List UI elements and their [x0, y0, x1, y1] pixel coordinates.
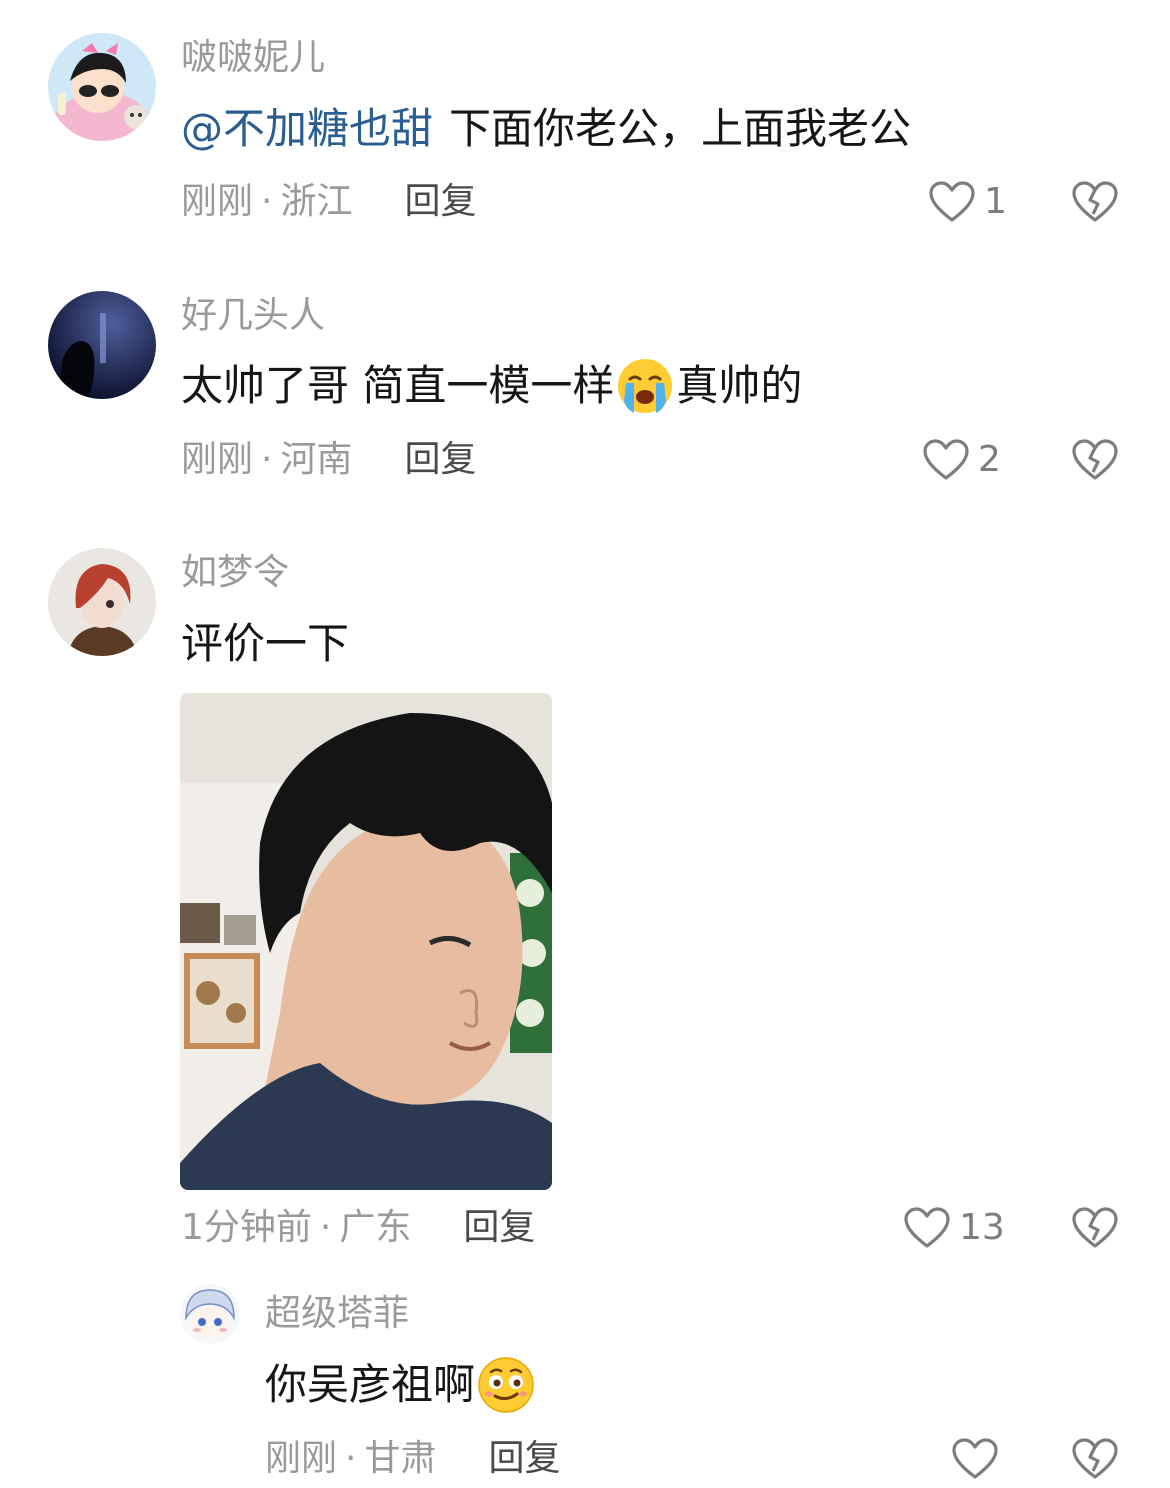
- heart-icon: [928, 180, 976, 224]
- reply-body: 你吴彦祖啊: [265, 1360, 476, 1409]
- location: 河南: [280, 439, 353, 480]
- like-count: 13: [959, 1207, 1005, 1248]
- comment-body: 评价一下: [181, 619, 350, 668]
- meta-separator: ·: [261, 439, 273, 480]
- comment-body: 太帅了哥 简直一模一样: [181, 361, 615, 410]
- reply-text: 你吴彦祖啊: [265, 1356, 537, 1414]
- dislike-button[interactable]: [1071, 180, 1119, 224]
- broken-heart-icon: [1071, 1437, 1119, 1481]
- meta-separator: ·: [261, 181, 273, 222]
- broken-heart-icon: [1071, 180, 1119, 224]
- selfie-photo[interactable]: [180, 693, 552, 1190]
- like-button[interactable]: [951, 1437, 999, 1481]
- comment-body: 下面你老公，上面我老公: [449, 104, 912, 153]
- avatar[interactable]: [48, 291, 156, 399]
- heart-icon: [903, 1206, 951, 1250]
- avatar[interactable]: [180, 1284, 240, 1344]
- username[interactable]: 好几头人: [181, 294, 325, 338]
- timestamp: 1分钟前: [181, 1207, 312, 1248]
- like-button[interactable]: 13: [903, 1206, 1005, 1250]
- comment-text: 评价一下: [181, 616, 349, 672]
- timestamp: 刚刚: [181, 181, 254, 222]
- avatar[interactable]: [48, 33, 156, 141]
- reply-button[interactable]: 回复: [404, 180, 476, 224]
- smirk-face-icon: [477, 1356, 535, 1414]
- meta-separator: ·: [319, 1207, 332, 1248]
- heart-icon: [922, 438, 970, 482]
- avatar[interactable]: [48, 548, 156, 656]
- loudly-crying-face-icon: [616, 357, 674, 415]
- like-button[interactable]: 2: [922, 438, 1001, 482]
- timestamp: 刚刚: [265, 1438, 338, 1479]
- dislike-button[interactable]: [1071, 438, 1119, 482]
- dislike-button[interactable]: [1071, 1437, 1119, 1481]
- comment-thread: 啵啵妮儿 @不加糖也甜 下面你老公，上面我老公 刚刚 · 浙江 回复 1 好几头…: [0, 0, 1170, 1488]
- timestamp: 刚刚: [181, 439, 254, 480]
- comment-text: @不加糖也甜 下面你老公，上面我老公: [181, 101, 911, 157]
- username[interactable]: 如梦令: [181, 551, 289, 595]
- username[interactable]: 啵啵妮儿: [181, 36, 325, 80]
- comment-meta: 刚刚 · 河南 回复: [181, 438, 477, 482]
- broken-heart-icon: [1071, 1206, 1119, 1250]
- reply-button[interactable]: 回复: [488, 1437, 560, 1481]
- like-count: 1: [984, 181, 1007, 222]
- location: 甘肃: [364, 1438, 437, 1479]
- reply-meta: 刚刚 · 甘肃 回复: [265, 1437, 561, 1481]
- comment-body-end: 真帅的: [676, 361, 803, 410]
- dislike-button[interactable]: [1071, 1206, 1119, 1250]
- comment-meta: 1分钟前 · 广东 回复: [181, 1206, 535, 1250]
- location: 浙江: [280, 181, 353, 222]
- comment-meta: 刚刚 · 浙江 回复: [181, 180, 477, 224]
- like-button[interactable]: 1: [928, 180, 1007, 224]
- reply-button[interactable]: 回复: [463, 1206, 535, 1250]
- broken-heart-icon: [1071, 438, 1119, 482]
- reply-button[interactable]: 回复: [404, 438, 476, 482]
- comment-text: 太帅了哥 简直一模一样 真帅的: [181, 357, 802, 415]
- meta-separator: ·: [345, 1438, 357, 1479]
- heart-icon: [951, 1437, 999, 1481]
- location: 广东: [339, 1207, 412, 1248]
- like-count: 2: [978, 439, 1001, 480]
- mention-link[interactable]: @不加糖也甜: [181, 101, 433, 157]
- username[interactable]: 超级塔菲: [265, 1292, 409, 1336]
